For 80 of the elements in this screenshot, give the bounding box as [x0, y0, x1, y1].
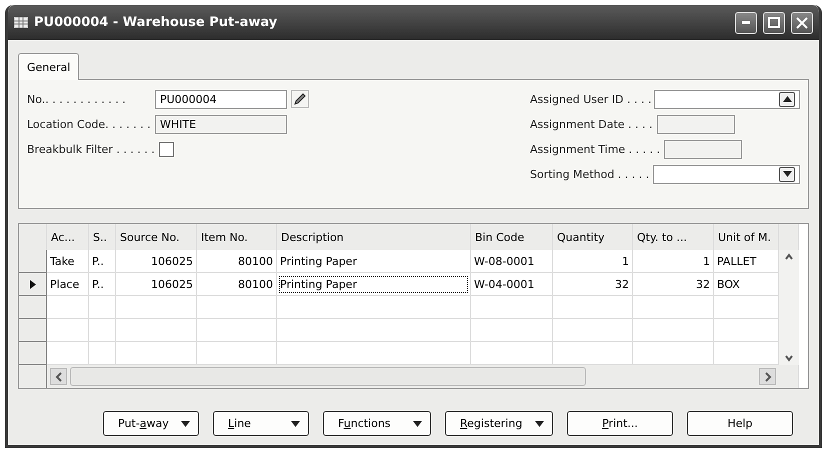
table-cell: 106025 [116, 250, 197, 273]
text-field[interactable]: WHITE [155, 114, 287, 134]
checkbox[interactable] [158, 142, 174, 156]
table-cell: 80100 [197, 250, 277, 273]
field-label: Assigned User ID . . . . [530, 92, 650, 106]
caret-icon [291, 420, 300, 426]
corner-header [19, 224, 47, 250]
caret-icon [181, 420, 190, 426]
caret-icon [782, 171, 792, 177]
field-label: Location Code. . . . . . . [27, 118, 151, 130]
scroll-down-icon [785, 353, 793, 363]
horizontal-scrollbar[interactable] [47, 365, 779, 388]
field-label: Assignment Time . . . . . [530, 142, 660, 156]
minimize-button[interactable] [735, 12, 757, 34]
column-header[interactable]: Item No. [197, 224, 277, 250]
vertical-scrollbar[interactable] [779, 250, 799, 365]
scroll-up-icon [785, 252, 793, 262]
minimize-icon [742, 21, 750, 24]
table-cell: 1 [633, 250, 714, 273]
scroll-thumb[interactable] [70, 367, 586, 386]
row-selector-footer [19, 365, 47, 388]
scroll-left-button[interactable] [50, 368, 67, 385]
text-field[interactable] [656, 114, 735, 134]
column-header[interactable]: Quantity [553, 224, 633, 250]
chevron-left-icon [54, 372, 62, 382]
empty-cell [89, 296, 116, 319]
field-label: No.. . . . . . . . . . . . [27, 92, 127, 106]
action-button[interactable]: Line [213, 411, 309, 436]
action-button[interactable]: Functions [323, 411, 431, 436]
column-header[interactable]: Source No. [116, 224, 197, 250]
table-cell: W-04-0001 [471, 273, 553, 296]
column-header[interactable]: Unit of M. [714, 224, 779, 250]
table-cell: Take [47, 250, 89, 273]
dropdown-field[interactable] [652, 164, 800, 184]
dropdown-button[interactable] [779, 166, 795, 182]
action-button[interactable]: Registering [445, 411, 553, 436]
empty-cell [89, 319, 116, 342]
field-label: Assignment Date . . . . [530, 118, 653, 130]
column-header[interactable]: Bin Code [471, 224, 553, 250]
table-cell: Printing Paper [277, 250, 471, 273]
table-icon [14, 17, 28, 28]
caret-icon [535, 420, 544, 426]
table-cell: Printing Paper [277, 273, 471, 296]
column-header[interactable]: Ac... [47, 224, 89, 250]
table-cell: 1 [553, 250, 633, 273]
maximize-icon [768, 17, 780, 28]
lookup-field[interactable] [654, 90, 800, 108]
action-button[interactable]: Print... [567, 411, 673, 436]
scroll-corner [779, 224, 799, 250]
table-cell: 32 [553, 273, 633, 296]
scroll-corner [779, 365, 799, 388]
text-field[interactable]: PU000004 [155, 90, 287, 108]
window-title: PU000004 - Warehouse Put-away [34, 15, 278, 30]
pencil-icon[interactable] [291, 90, 309, 108]
table-cell: Place [47, 273, 89, 296]
scroll-right-button[interactable] [759, 368, 776, 385]
table-cell: W-08-0001 [471, 250, 553, 273]
maximize-button[interactable] [763, 12, 785, 34]
table-cell: 80100 [197, 273, 277, 296]
current-row-icon [30, 280, 36, 288]
action-button[interactable]: Help [687, 411, 793, 436]
close-icon [796, 16, 808, 28]
close-button[interactable] [791, 12, 813, 34]
text-field[interactable] [664, 140, 742, 158]
field-label: Sorting Method . . . . . [530, 168, 649, 180]
column-header[interactable]: Description [277, 224, 471, 250]
action-button[interactable]: Put-away [103, 411, 199, 436]
lookup-button[interactable] [779, 92, 795, 106]
table-cell: 32 [633, 273, 714, 296]
row-selector[interactable] [19, 273, 47, 296]
tab[interactable]: General [18, 53, 80, 80]
caret-icon [413, 420, 422, 426]
table-cell: 106025 [116, 273, 197, 296]
column-header[interactable]: Qty. to ... [633, 224, 714, 250]
table-cell: P.. [89, 250, 116, 273]
column-header[interactable]: S.. [89, 224, 116, 250]
field-label: Breakbulk Filter . . . . . . [27, 142, 155, 156]
table-cell: P.. [89, 273, 116, 296]
arrow-up-icon [782, 96, 792, 102]
chevron-right-icon [764, 372, 772, 382]
